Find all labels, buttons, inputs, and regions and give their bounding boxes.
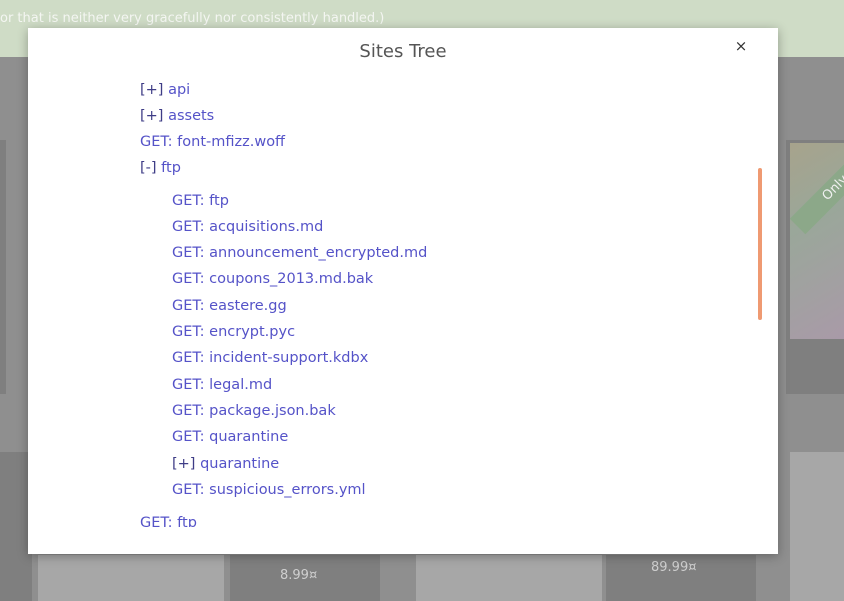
tree-leaf[interactable]: GET: ftp (140, 515, 197, 527)
product-card (416, 555, 602, 601)
tree-leaf[interactable]: GET: incident-support.kdbx (172, 350, 368, 366)
tree-node-label[interactable]: GET: announcement_encrypted.md (172, 245, 427, 261)
product-card (790, 452, 844, 601)
tree-node-label[interactable]: GET: font-mfizz.woff (140, 134, 285, 150)
promo-image: Only 1 (790, 143, 844, 339)
product-card (38, 555, 224, 601)
dialog-title: Sites Tree (359, 41, 447, 62)
tree-leaf[interactable]: GET: quarantine (172, 429, 288, 445)
tree-node-label[interactable]: GET: ftp (140, 515, 197, 527)
tree-leaf[interactable]: GET: acquisitions.md (172, 219, 323, 235)
tree-node-label[interactable]: GET: coupons_2013.md.bak (172, 271, 373, 287)
tree-node-quarantine[interactable]: [+] quarantine (172, 456, 279, 472)
tree-leaf[interactable]: GET: coupons_2013.md.bak (172, 271, 373, 287)
expand-toggle[interactable]: [+] (140, 108, 168, 124)
tree-leaf[interactable]: GET: font-mfizz.woff (140, 134, 285, 150)
background-card (0, 140, 6, 394)
price-label: 8.99¤ (280, 568, 318, 583)
tree-node-label[interactable]: GET: package.json.bak (172, 403, 336, 419)
tree-node-label[interactable]: GET: incident-support.kdbx (172, 350, 368, 366)
promo-ribbon: Only 1 (790, 143, 844, 235)
tree-leaf[interactable]: GET: encrypt.pyc (172, 324, 295, 340)
sites-tree: [+] api [+] assets GET: font-mfizz.woff … (28, 75, 778, 527)
tree-leaf[interactable]: GET: suspicious_errors.yml (172, 482, 366, 498)
tree-leaf[interactable]: GET: eastere.gg (172, 298, 287, 314)
tree-node-label[interactable]: GET: acquisitions.md (172, 219, 323, 235)
tree-node-label[interactable]: GET: suspicious_errors.yml (172, 482, 366, 498)
tree-node-label[interactable]: assets (168, 108, 214, 124)
tree-node-label[interactable]: GET: quarantine (172, 429, 288, 445)
tree-node-label[interactable]: GET: eastere.gg (172, 298, 287, 314)
sites-tree-dialog: Sites Tree × [+] api [+] assets GET: fon… (28, 28, 778, 554)
tree-leaf[interactable]: GET: package.json.bak (172, 403, 336, 419)
expand-toggle[interactable]: [+] (172, 456, 200, 472)
tree-leaf[interactable]: GET: ftp (172, 193, 229, 209)
close-icon[interactable]: × (732, 37, 750, 55)
banner-text: or that is neither very gracefully nor c… (0, 11, 385, 26)
tree-node-label[interactable]: quarantine (200, 456, 279, 472)
tree-node-label[interactable]: api (168, 82, 190, 98)
tree-node-label[interactable]: ftp (161, 160, 181, 176)
price-label: 89.99¤ (651, 560, 697, 575)
tree-node-ftp[interactable]: [-] ftp (140, 160, 181, 176)
expand-toggle[interactable]: [+] (140, 82, 168, 98)
tree-leaf[interactable]: GET: legal.md (172, 377, 272, 393)
tree-node-label[interactable]: GET: legal.md (172, 377, 272, 393)
tree-node-assets[interactable]: [+] assets (140, 108, 214, 124)
tree-node-label[interactable]: GET: ftp (172, 193, 229, 209)
scrollbar-thumb[interactable] (758, 168, 762, 320)
tree-leaf[interactable]: GET: announcement_encrypted.md (172, 245, 427, 261)
collapse-toggle[interactable]: [-] (140, 160, 161, 176)
tree-node-api[interactable]: [+] api (140, 82, 190, 98)
tree-node-label[interactable]: GET: encrypt.pyc (172, 324, 295, 340)
